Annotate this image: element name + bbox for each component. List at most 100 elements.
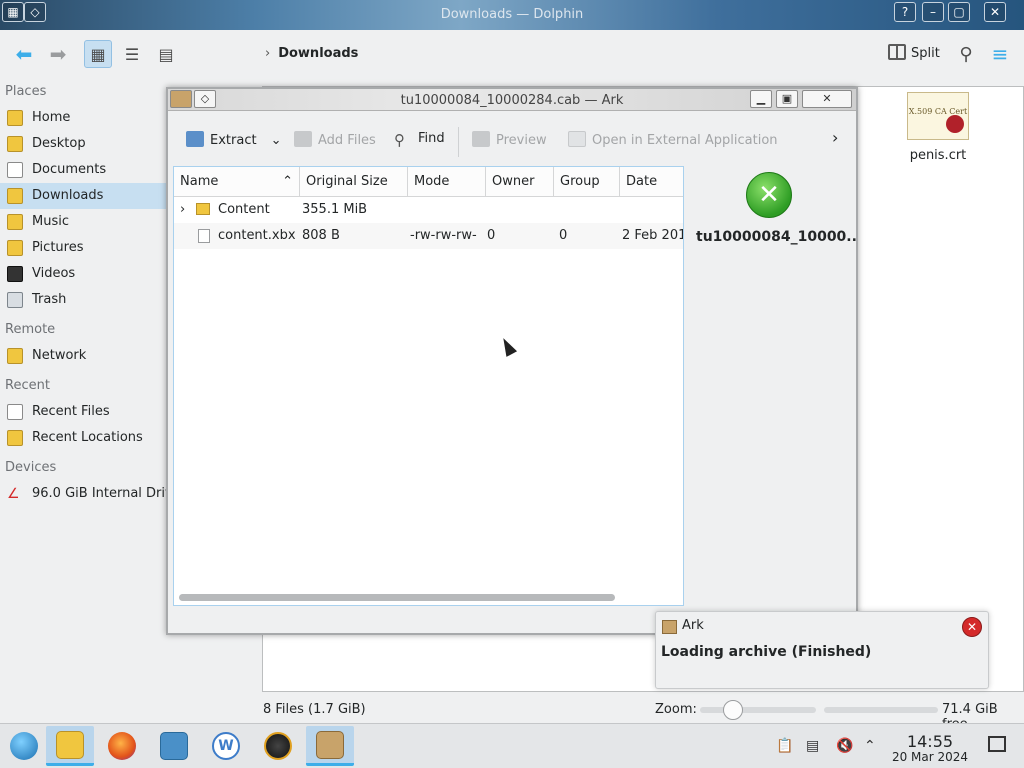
open-external-button[interactable]: Open in External Application [568, 131, 778, 148]
zoom-slider[interactable] [700, 707, 816, 713]
place-label: Network [32, 348, 87, 363]
place-recent-files[interactable]: Recent Files [0, 399, 166, 425]
preview-button[interactable]: Preview [472, 131, 547, 148]
notification-app: Ark [682, 618, 704, 633]
row-size: 808 B [302, 228, 340, 243]
column-name[interactable]: Name ⌃ [174, 167, 300, 197]
chevron-up-icon[interactable]: ⌃ [864, 738, 876, 754]
place-pictures[interactable]: Pictures [0, 235, 166, 261]
free-space-bar [824, 707, 938, 713]
row-mode: -rw-rw-rw- [410, 228, 477, 243]
breadcrumb-downloads[interactable]: Downloads [278, 46, 358, 61]
extract-icon [186, 131, 204, 147]
ark-maximize-button[interactable]: ▣ [776, 90, 798, 108]
archive-file-list[interactable]: Name ⌃ Original Size Mode Owner Group Dat… [173, 166, 684, 606]
task-dolphin[interactable] [46, 726, 94, 766]
row-name: content.xbx [218, 228, 296, 243]
place-label: Trash [32, 292, 67, 307]
task-writer[interactable]: W [202, 726, 250, 766]
file-count: 8 Files (1.7 GiB) [263, 702, 366, 717]
search-icon[interactable]: ⚲ [952, 40, 980, 68]
archive-type-icon: ✕ [746, 172, 792, 218]
toolbar-separator [458, 127, 459, 157]
music-folder-icon [7, 214, 23, 230]
clock[interactable]: 14:55 20 Mar 2024 [887, 732, 973, 764]
table-row[interactable]: content.xbx 808 B -rw-rw-rw- 0 0 2 Feb 2… [174, 223, 683, 249]
column-header: Name ⌃ Original Size Mode Owner Group Dat… [174, 167, 683, 197]
ark-close-button[interactable]: ✕ [802, 90, 852, 108]
table-row[interactable]: › Content 355.1 MiB [174, 197, 683, 223]
archive-name: tu10000084_10000... [696, 229, 856, 245]
notes-icon[interactable]: ▤ [806, 738, 819, 754]
preview-icon [472, 131, 490, 147]
home-folder-icon [7, 110, 23, 126]
place-home[interactable]: Home [0, 105, 166, 131]
compact-view-icon[interactable]: ☰ [118, 40, 146, 68]
clipboard-icon[interactable]: 📋 [776, 738, 793, 754]
column-group[interactable]: Group [554, 167, 620, 197]
find-button[interactable]: ⚲ Find [394, 131, 445, 149]
toolbar-overflow-chevron-icon[interactable]: › [832, 128, 838, 147]
volume-muted-icon[interactable]: 🔇 [836, 738, 853, 754]
minimize-button[interactable]: – [922, 2, 944, 22]
place-label: Home [32, 110, 71, 125]
place-downloads[interactable]: Downloads [0, 183, 166, 209]
place-label: Documents [32, 162, 107, 177]
help-icon[interactable]: ? [894, 2, 916, 22]
maximize-button[interactable]: ▢ [948, 2, 970, 22]
remote-title: Remote [5, 322, 56, 337]
dolphin-titlebar: ▦ ◇ Downloads — Dolphin ? – ▢ ✕ [0, 0, 1024, 30]
taskbar: W 📋 ▤ 🔇 ⌃ 14:55 20 Mar 2024 [0, 723, 1024, 768]
notification-message: Loading archive (Finished) [661, 644, 872, 660]
start-menu-button[interactable] [0, 726, 48, 766]
column-date[interactable]: Date [620, 167, 683, 197]
task-system-settings[interactable] [150, 726, 198, 766]
certificate-icon: X.509 CA Cert [907, 92, 969, 140]
desktop-folder-icon [7, 136, 23, 152]
videos-icon [7, 266, 23, 282]
zoom-slider-handle[interactable] [723, 700, 743, 720]
task-firefox[interactable] [98, 726, 146, 766]
column-owner[interactable]: Owner [486, 167, 554, 197]
task-paint[interactable] [254, 726, 302, 766]
place-desktop[interactable]: Desktop [0, 131, 166, 157]
icons-view-icon[interactable]: ▦ [84, 40, 112, 68]
archive-info-panel: ✕ tu10000084_10000... [686, 166, 856, 606]
ark-minimize-button[interactable]: ▁ [750, 90, 772, 108]
extract-label: Extract [210, 133, 257, 148]
back-arrow-icon[interactable]: ⬅ [10, 40, 38, 68]
row-size: 355.1 MiB [302, 202, 368, 217]
place-internal-drive[interactable]: ∠ 96.0 GiB Internal Drive [0, 481, 166, 507]
place-trash[interactable]: Trash [0, 287, 166, 313]
breadcrumb[interactable]: › Downloads [265, 46, 358, 61]
place-label: Music [32, 214, 69, 229]
ark-titlebar: ◇ tu10000084_10000284.cab — Ark ▁ ▣ ✕ [168, 89, 856, 111]
place-recent-locations[interactable]: Recent Locations [0, 425, 166, 451]
place-network[interactable]: Network [0, 343, 166, 369]
expand-chevron-icon[interactable]: › [180, 197, 185, 223]
split-icon [888, 44, 906, 60]
find-label: Find [418, 131, 445, 146]
column-original-size[interactable]: Original Size [300, 167, 408, 197]
row-owner: 0 [487, 228, 496, 243]
recent-locations-icon [7, 430, 23, 446]
task-ark[interactable] [306, 726, 354, 766]
show-desktop-icon[interactable] [988, 736, 1006, 752]
details-view-icon[interactable]: ▤ [152, 40, 180, 68]
place-documents[interactable]: Documents [0, 157, 166, 183]
place-label: 96.0 GiB Internal Drive [32, 486, 166, 501]
place-videos[interactable]: Videos [0, 261, 166, 287]
column-mode[interactable]: Mode [408, 167, 486, 197]
extract-button[interactable]: Extract ⌄ [186, 131, 281, 148]
close-button[interactable]: ✕ [984, 2, 1006, 22]
forward-arrow-icon[interactable]: ➡ [44, 40, 72, 68]
horizontal-scrollbar[interactable] [179, 594, 615, 601]
close-icon[interactable]: ✕ [962, 617, 982, 637]
hamburger-menu-icon[interactable]: ≡ [986, 40, 1014, 68]
add-files-button[interactable]: Add Files [294, 131, 376, 148]
zoom-label: Zoom: [655, 702, 697, 717]
place-music[interactable]: Music [0, 209, 166, 235]
file-item[interactable]: X.509 CA Cert penis.crt [903, 92, 973, 163]
split-button[interactable]: Split [888, 44, 940, 61]
chevron-down-icon[interactable]: ⌄ [271, 133, 282, 148]
